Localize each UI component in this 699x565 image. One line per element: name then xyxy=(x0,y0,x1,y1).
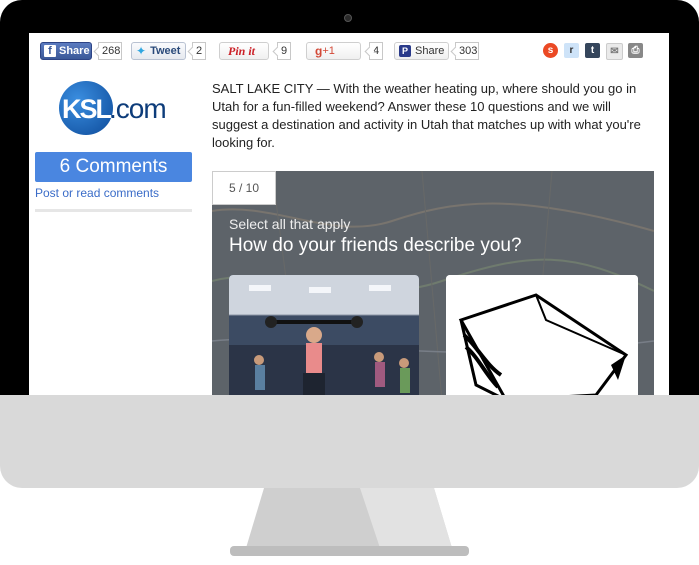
print-icon[interactable]: ⎙ xyxy=(628,43,643,58)
browser-viewport: f Share 268 ✦ Tweet 2 Pin it 9 g +1 4 P … xyxy=(29,33,669,395)
quiz-panel: 5 / 10 Select all that apply How do your… xyxy=(212,171,654,395)
facebook-icon: f xyxy=(44,45,56,57)
answer-option-fitness[interactable] xyxy=(229,275,419,395)
pocket-count: 303 xyxy=(455,42,479,60)
facebook-count: 268 xyxy=(98,42,122,60)
quiz-instruction: Select all that apply xyxy=(229,216,351,232)
stumbleupon-icon[interactable]: s xyxy=(543,43,558,58)
tumblr-icon[interactable]: t xyxy=(585,43,600,58)
sidebar-divider xyxy=(35,209,192,212)
comments-link[interactable]: Post or read comments xyxy=(35,186,159,200)
comments-button[interactable]: 6 Comments xyxy=(35,152,192,182)
fitness-class-image xyxy=(229,275,419,395)
share-bar: f Share 268 ✦ Tweet 2 Pin it 9 g +1 4 P … xyxy=(29,33,669,65)
pocket-icon: P xyxy=(399,45,411,57)
email-icon[interactable]: ✉ xyxy=(606,43,623,60)
ksl-logo[interactable]: KSL .com xyxy=(59,81,199,135)
twitter-bird-icon: ✦ xyxy=(136,44,147,58)
gplus-button[interactable]: g +1 xyxy=(306,42,361,60)
gplus-icon: g xyxy=(315,44,323,58)
reddit-icon[interactable]: r xyxy=(564,43,579,58)
facebook-share-button[interactable]: f Share xyxy=(40,42,92,60)
logo-ksl-text: KSL xyxy=(62,94,112,124)
book-illustration xyxy=(446,275,638,395)
logo-com-text: .com xyxy=(109,93,167,124)
pinterest-pin-button[interactable]: Pin it xyxy=(219,42,269,60)
twitter-count: 2 xyxy=(192,42,206,60)
gplus-count: 4 xyxy=(369,42,383,60)
quiz-question: How do your friends describe you? xyxy=(229,235,522,256)
pocket-share-button[interactable]: P Share xyxy=(394,42,449,60)
twitter-tweet-button[interactable]: ✦ Tweet xyxy=(131,42,186,60)
quiz-progress: 5 / 10 xyxy=(212,171,276,205)
pinterest-count: 9 xyxy=(277,42,291,60)
article-intro: SALT LAKE CITY — With the weather heatin… xyxy=(212,81,641,150)
answer-option-book[interactable] xyxy=(446,275,638,395)
